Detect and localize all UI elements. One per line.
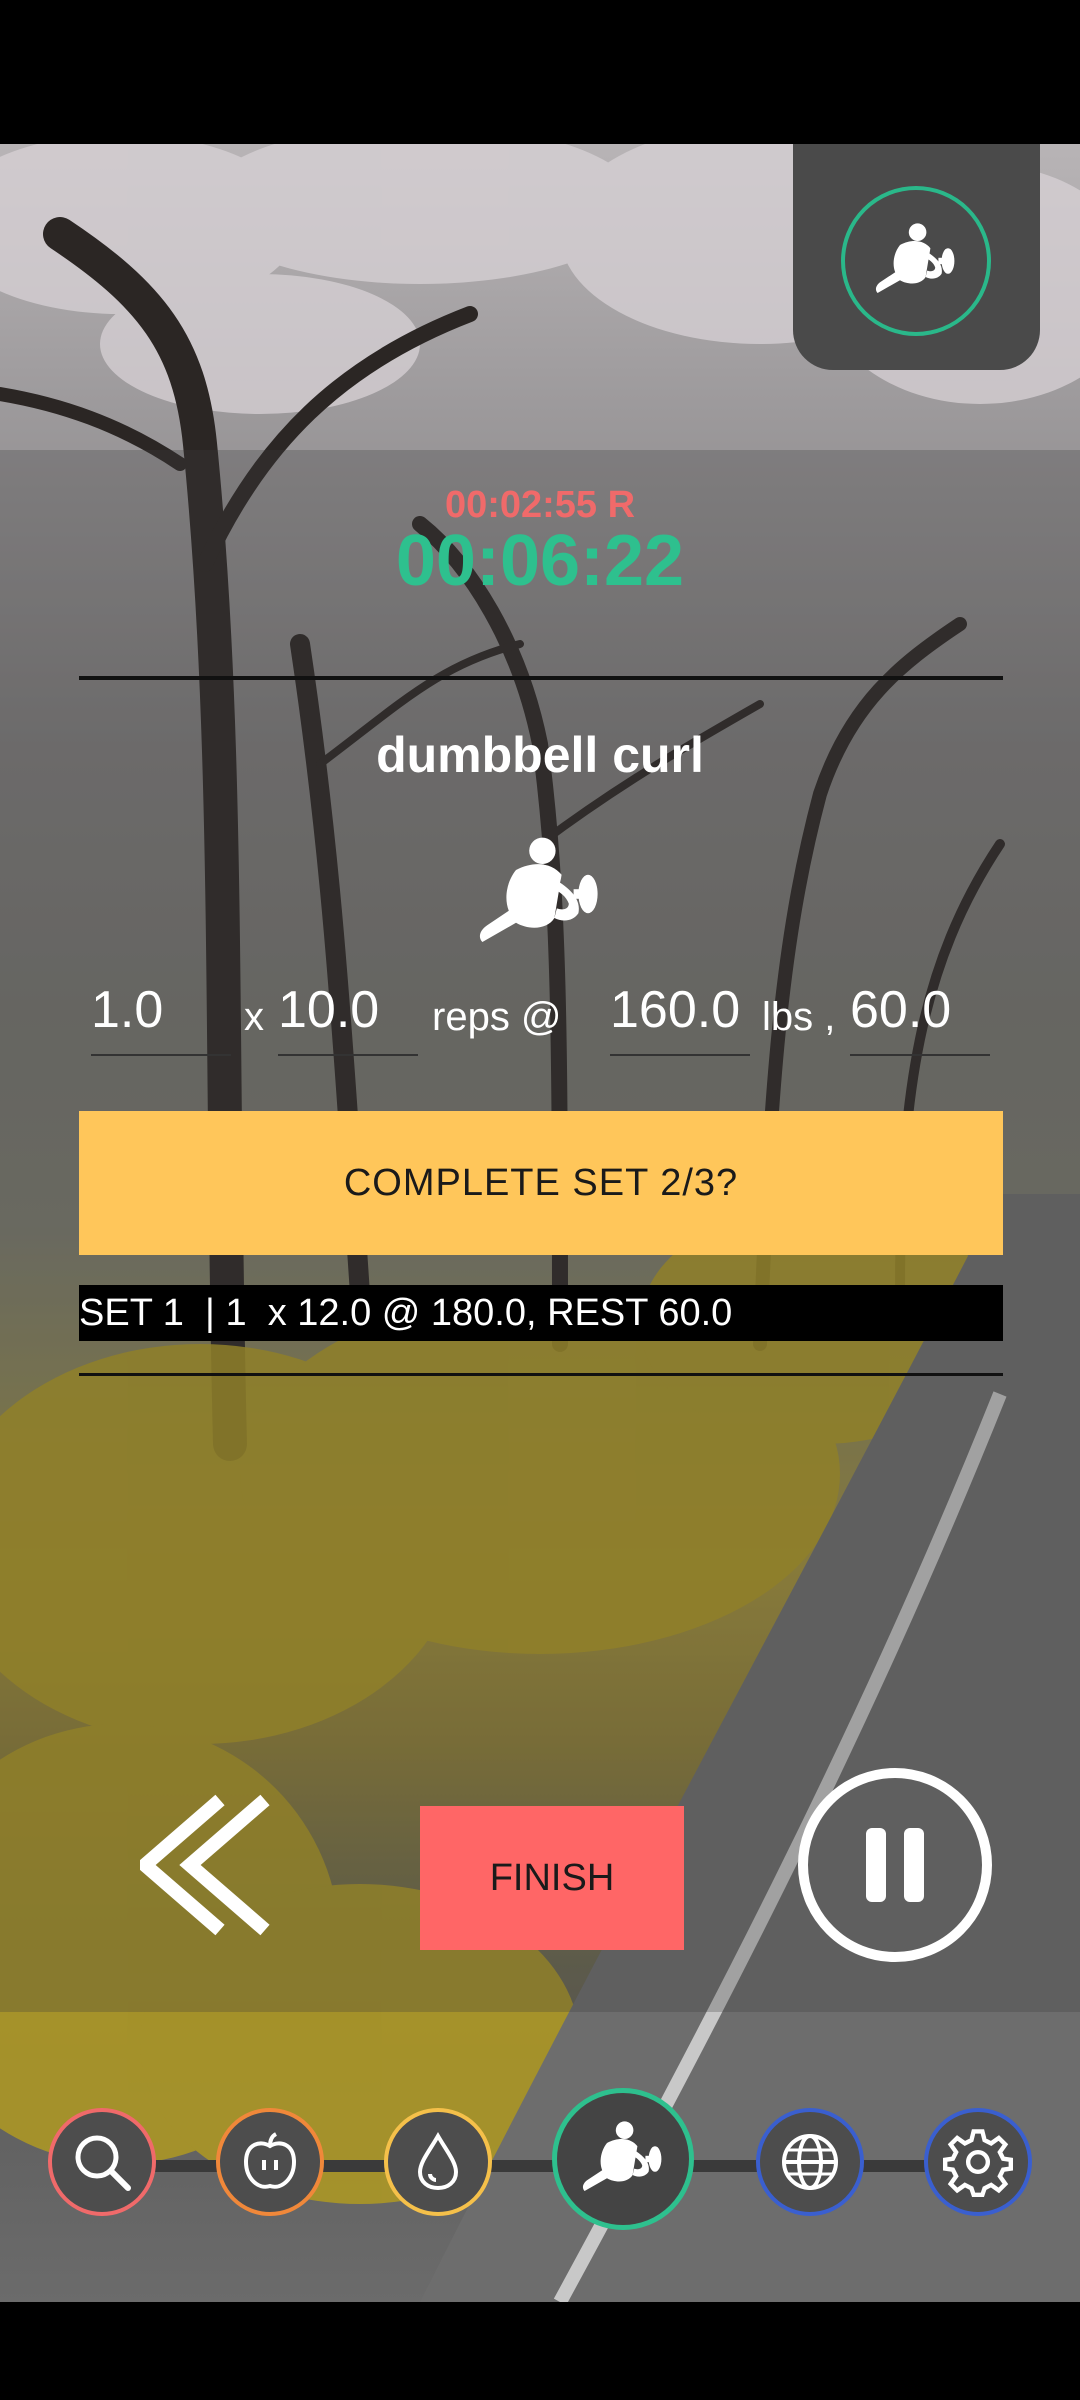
reps-label: reps @ (432, 995, 562, 1039)
complete-set-button[interactable]: COMPLETE SET 2/3? (79, 1111, 1003, 1255)
flexing-arm-icon (875, 223, 955, 293)
globe-icon (782, 2134, 838, 2190)
nav-water-button[interactable] (384, 2108, 492, 2216)
sets-input[interactable]: 1.0 (91, 980, 231, 1056)
system-nav-bar (0, 2302, 1080, 2400)
rest-input[interactable]: 60.0 (850, 980, 990, 1056)
unit-label: lbs , (762, 995, 836, 1039)
nav-workout-button[interactable] (552, 2088, 694, 2230)
search-icon (75, 2135, 131, 2191)
finish-button[interactable]: FINISH (420, 1806, 684, 1950)
nav-web-button[interactable] (756, 2108, 864, 2216)
workout-tab[interactable] (793, 144, 1040, 370)
back-button[interactable] (134, 1790, 280, 1940)
elapsed-timer: 00:06:22 (395, 521, 685, 601)
apple-icon (243, 2132, 297, 2189)
divider-top (79, 676, 1003, 680)
water-drop-icon (417, 2131, 459, 2191)
times-label: x (244, 995, 264, 1039)
nav-nutrition-button[interactable] (216, 2108, 324, 2216)
double-chevron-left-icon (134, 1794, 270, 1936)
flexing-arm-icon (582, 2121, 662, 2191)
nav-settings-button[interactable] (924, 2108, 1032, 2216)
gear-icon (943, 2129, 1013, 2197)
status-bar (0, 0, 1080, 144)
weight-input[interactable]: 160.0 (610, 980, 750, 1056)
exercise-icon (462, 834, 618, 954)
exercise-title: dumbbell curl (376, 727, 704, 783)
divider-bottom (79, 1373, 1003, 1376)
pause-button[interactable] (798, 1768, 992, 1962)
nav-search-button[interactable] (48, 2108, 156, 2216)
workout-tab-button[interactable] (841, 186, 991, 336)
flexing-arm-icon (479, 837, 598, 942)
reps-input[interactable]: 10.0 (278, 980, 418, 1056)
set-history-row: SET 1 | 1 x 12.0 @ 180.0, REST 60.0 (79, 1285, 1003, 1341)
